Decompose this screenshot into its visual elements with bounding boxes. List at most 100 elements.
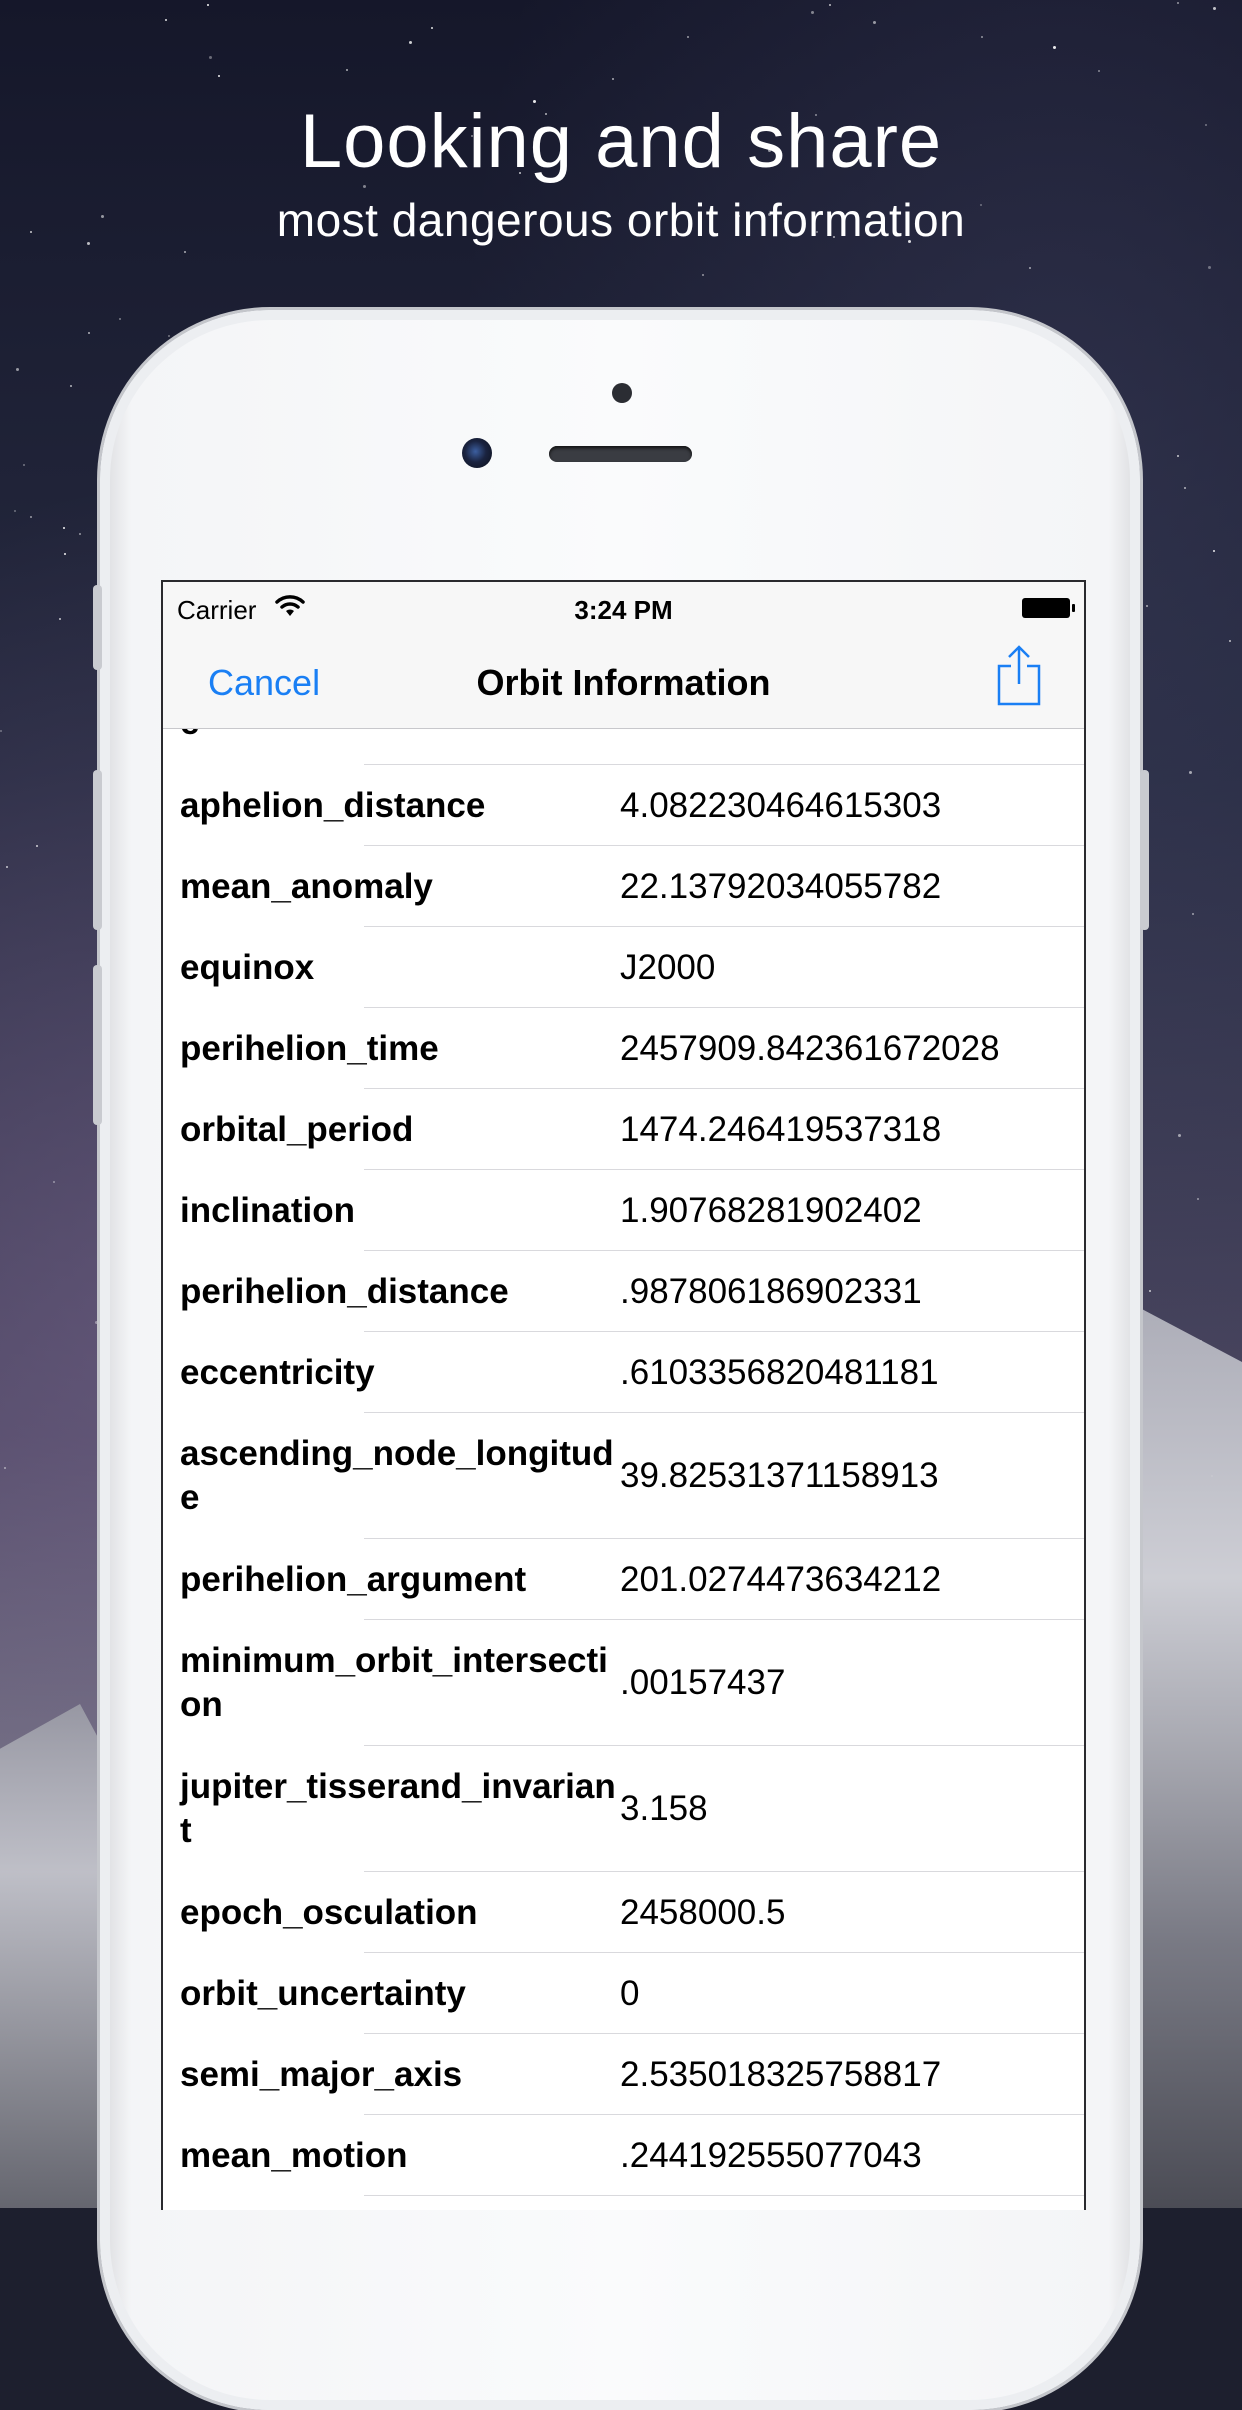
row-key: perihelion_argument	[180, 1559, 527, 1599]
promo-subline: most dangerous orbit information	[276, 194, 966, 246]
row-key: perihelion_distance	[180, 1271, 509, 1311]
row-key: mean_anomaly	[180, 866, 433, 906]
star	[1098, 70, 1100, 72]
star	[1177, 455, 1179, 457]
star	[14, 510, 16, 512]
star	[1213, 550, 1215, 552]
star	[218, 75, 220, 77]
star	[1178, 1134, 1181, 1137]
table-row[interactable]: semi_major_axis 2.535018325758817	[163, 2034, 1084, 2115]
share-icon[interactable]	[994, 644, 1044, 708]
star	[0, 730, 2, 732]
star	[36, 845, 38, 847]
table-row[interactable]: orbit_uncertainty 0	[163, 1953, 1084, 2034]
star	[6, 866, 8, 868]
star	[687, 36, 689, 38]
table-row[interactable]: ascending_node_longitude 39.8253137115891…	[163, 1413, 1084, 1539]
row-value: 22.13792034055782	[620, 866, 942, 906]
star	[1146, 605, 1148, 607]
star	[363, 185, 366, 188]
phone-mute-switch	[93, 585, 102, 670]
star	[1029, 267, 1031, 269]
row-key: mean_motion	[180, 2135, 408, 2175]
star	[1197, 1198, 1199, 1200]
star	[829, 4, 831, 6]
row-key: aphelion_distance	[180, 785, 486, 825]
star	[1229, 640, 1231, 642]
star	[431, 27, 433, 29]
star	[16, 368, 19, 371]
star	[23, 464, 25, 466]
promo-headline: Looking and share	[299, 99, 943, 184]
table-row[interactable]: inclination 1.90768281902402	[163, 1170, 1084, 1251]
row-key: e	[180, 729, 620, 745]
phone-screen: Carrier 3:24 PM Cancel Orbit Information…	[161, 580, 1086, 2210]
star	[346, 69, 348, 71]
star	[79, 533, 81, 535]
row-key: jupiter_tisserand_invariant	[180, 1767, 616, 1850]
row-value: 0	[620, 1973, 640, 2013]
row-value: 1474.246419537318	[620, 1109, 942, 1149]
row-key: inclination	[180, 1190, 355, 1230]
star	[873, 21, 876, 24]
star	[4, 1467, 6, 1469]
row-value: 2457909.842361672028	[620, 1028, 1000, 1068]
row-key: orbit_uncertainty	[180, 1973, 466, 2013]
table-row[interactable]: perihelion_distance .987806186902331	[163, 1251, 1084, 1332]
table-row[interactable]: mean_motion .244192555077043	[163, 2115, 1084, 2196]
table-row[interactable]: epoch_osculation 2458000.5	[163, 1872, 1084, 1953]
row-key: semi_major_axis	[180, 2054, 463, 2094]
row-key: perihelion_time	[180, 1028, 439, 1068]
orbit-info-list[interactable]: e2017-04-06 06:04:02 aphelion_distance 4.0…	[163, 729, 1084, 2210]
star	[612, 78, 614, 80]
table-row[interactable]: perihelion_time 2457909.842361672028	[163, 1008, 1084, 1089]
star	[30, 516, 32, 518]
table-row[interactable]: perihelion_argument 201.0274473634212	[163, 1539, 1084, 1620]
phone-volume-up	[93, 770, 102, 930]
navigation-bar: Cancel Orbit Information	[163, 634, 1084, 729]
table-row[interactable]: jupiter_tisserand_invariant 3.158	[163, 1746, 1084, 1872]
star	[1053, 46, 1056, 49]
orbit-info-rows: e2017-04-06 06:04:02 aphelion_distance 4.0…	[163, 729, 1084, 2196]
phone-power-button	[1140, 770, 1149, 930]
star	[88, 332, 90, 334]
star	[168, 335, 170, 337]
star	[1189, 771, 1192, 774]
star	[1192, 913, 1194, 915]
row-key: eccentricity	[180, 1352, 375, 1392]
row-key: epoch_osculation	[180, 1892, 478, 1932]
table-row[interactable]: orbital_period 1474.246419537318	[163, 1089, 1084, 1170]
front-camera	[462, 438, 492, 468]
star	[811, 11, 814, 14]
row-value: .987806186902331	[620, 1271, 922, 1311]
table-row[interactable]: eccentricity .6103356820481181	[163, 1332, 1084, 1413]
star	[184, 251, 186, 253]
table-row[interactable]: aphelion_distance 4.082230464615303	[163, 765, 1084, 846]
row-value: 1.90768281902402	[620, 1190, 922, 1230]
row-value: 2.535018325758817	[620, 2054, 942, 2094]
star	[209, 56, 212, 59]
star	[59, 618, 61, 620]
star	[409, 41, 412, 44]
star	[207, 4, 209, 6]
table-row[interactable]: mean_anomaly 22.13792034055782	[163, 846, 1084, 927]
earpiece-speaker	[549, 446, 692, 462]
star	[70, 385, 72, 387]
row-key: ascending_node_longitude	[180, 1434, 614, 1517]
star	[1184, 487, 1186, 489]
star	[1149, 1290, 1151, 1292]
status-bar: Carrier 3:24 PM	[163, 582, 1084, 634]
star	[63, 527, 65, 529]
row-value: .6103356820481181	[620, 1352, 939, 1392]
star	[64, 553, 66, 555]
page-title: Orbit Information	[476, 662, 771, 703]
table-row[interactable]: minimum_orbit_intersection .00157437	[163, 1620, 1084, 1746]
row-value: 3.158	[620, 1789, 708, 1828]
star	[165, 19, 167, 21]
star	[1213, 7, 1216, 10]
star	[1177, 2, 1179, 4]
table-row[interactable]: e2017-04-06 06:04:02	[163, 729, 1084, 765]
table-row[interactable]: equinox J2000	[163, 927, 1084, 1008]
clock: 3:24 PM	[574, 595, 673, 625]
phone-volume-down	[93, 965, 102, 1125]
